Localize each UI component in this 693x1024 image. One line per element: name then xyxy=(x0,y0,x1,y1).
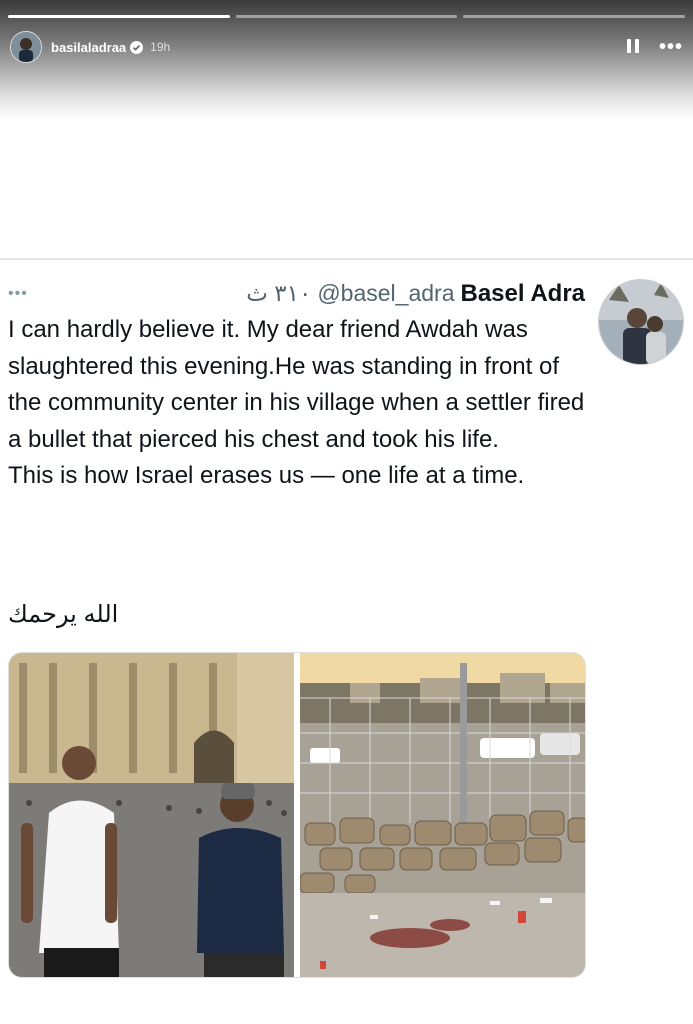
username[interactable]: basilaladraa xyxy=(51,40,126,55)
pause-icon[interactable] xyxy=(626,39,641,55)
divider xyxy=(0,258,693,260)
photo-village-fence-blood-stain[interactable] xyxy=(300,653,585,977)
tweet-media-grid xyxy=(8,652,586,978)
tweet-author-name[interactable]: Basel Adra xyxy=(461,280,586,308)
story-footer xyxy=(0,985,693,1024)
tweet-paragraph: This is how Israel erases us — one life … xyxy=(8,462,525,489)
tweet-paragraph: I can hardly believe it. My dear friend … xyxy=(8,316,585,453)
more-horizontal-icon[interactable]: ••• xyxy=(659,37,683,57)
tweet-avatar[interactable] xyxy=(598,279,684,365)
verified-badge-icon xyxy=(130,40,144,54)
progress-segment xyxy=(8,15,230,18)
tweet-more-icon[interactable]: ••• xyxy=(8,285,28,303)
progress-segment xyxy=(463,15,686,18)
post-time: 19h xyxy=(150,40,171,54)
tweet-text: I can hardly believe it. My dear friend … xyxy=(8,312,588,495)
story-header: basilaladraa 19h ••• xyxy=(10,30,683,64)
story-progress-bar xyxy=(8,15,686,18)
photo-two-men-at-vatican[interactable] xyxy=(9,653,294,977)
avatar[interactable] xyxy=(10,31,42,63)
tweet-arabic-line: الله يرحمك xyxy=(8,601,119,628)
tweet-handle[interactable]: @basel_adra xyxy=(317,280,454,307)
progress-segment xyxy=(235,15,458,18)
tweet-date: ٣١٠ ث xyxy=(246,280,312,306)
